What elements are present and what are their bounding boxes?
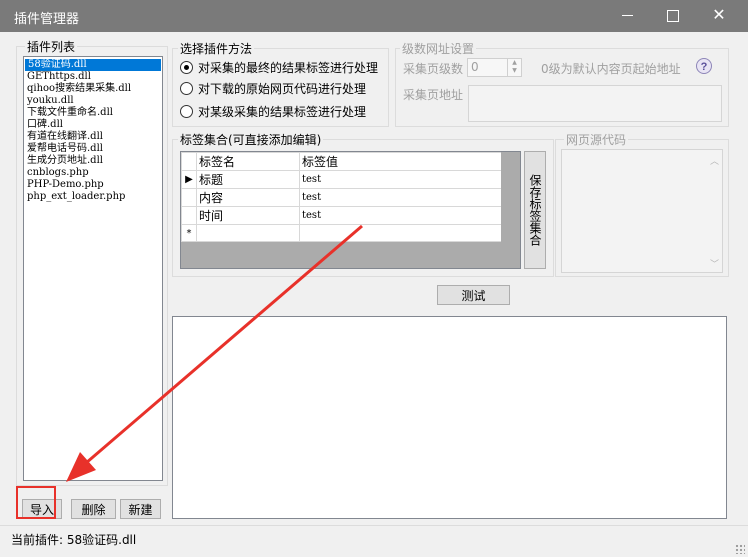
grid-empty-area <box>501 152 520 268</box>
page-levels-value: 0 <box>471 60 479 74</box>
tags-legend: 标签集合(可直接添加编辑) <box>178 131 324 148</box>
row-header[interactable] <box>181 188 197 207</box>
row-header-corner <box>181 152 197 171</box>
close-icon: ✕ <box>712 5 726 24</box>
method-option-final-tags[interactable]: 对采集的最终的结果标签进行处理 <box>180 60 378 76</box>
annotation-highlight-box <box>16 486 56 519</box>
plugin-listbox[interactable]: 58验证码.dll GEThttps.dll qihoo搜索结果采集.dll youk… <box>23 56 163 481</box>
resize-grip-icon[interactable] <box>735 544 745 554</box>
radio-unchecked-icon <box>180 105 193 118</box>
plugin-list-legend: 插件列表 <box>25 38 78 55</box>
plugin-list-item[interactable]: 爱帮电话号码.dll <box>24 143 162 155</box>
current-plugin-status: 当前插件: 58验证码.dll <box>11 533 137 547</box>
save-tags-button[interactable]: 保存标签集合 <box>524 151 546 269</box>
window-title: 插件管理器 <box>14 12 80 27</box>
radio-unchecked-icon <box>180 82 193 95</box>
method-option-label: 对下载的原始网页代码进行处理 <box>198 82 367 96</box>
method-option-raw-html[interactable]: 对下载的原始网页代码进行处理 <box>180 81 366 97</box>
plugin-list-item[interactable]: GEThttps.dll <box>24 71 162 83</box>
table-row[interactable]: ▶ 标题 test <box>181 170 502 189</box>
output-textbox[interactable] <box>172 316 727 519</box>
page-url-label: 采集页地址 <box>403 88 464 102</box>
plugin-list-item[interactable]: 口碑.dll <box>24 119 162 131</box>
svg-text:?: ? <box>701 61 708 73</box>
column-header-value[interactable]: 标签值 <box>299 152 502 171</box>
tag-value-cell[interactable]: test <box>299 206 502 225</box>
spinner-arrows-icon[interactable]: ▲ ▼ <box>507 59 521 76</box>
maximize-icon <box>667 9 679 22</box>
tag-value-cell[interactable] <box>299 224 502 242</box>
scroll-up-icon[interactable]: ︿ <box>710 154 719 167</box>
page-levels-label: 采集页级数 <box>403 62 464 76</box>
question-icon[interactable]: ? <box>695 57 713 75</box>
grid-header-row: 标签名 标签值 <box>181 152 502 171</box>
method-legend: 选择插件方法 <box>178 40 255 57</box>
page-source-textbox[interactable]: ︿ ﹀ <box>561 149 723 273</box>
new-button[interactable]: 新建 <box>120 499 161 519</box>
plugin-list-item[interactable]: youku.dll <box>24 95 162 107</box>
level-url-legend: 级数网址设置 <box>400 40 477 57</box>
title-bar[interactable]: 插件管理器 ✕ <box>0 0 748 32</box>
table-row[interactable]: 内容 test <box>181 188 502 207</box>
tag-name-cell[interactable]: 标题 <box>196 170 300 189</box>
method-option-label: 对某级采集的结果标签进行处理 <box>198 105 367 119</box>
new-row[interactable]: * <box>181 224 502 242</box>
status-bar: 当前插件: 58验证码.dll <box>0 525 748 557</box>
current-row-icon: ▶ <box>181 170 197 189</box>
method-option-level-tags[interactable]: 对某级采集的结果标签进行处理 <box>180 104 366 120</box>
tag-name-cell[interactable] <box>196 224 300 242</box>
plugin-list-item[interactable]: php_ext_loader.php <box>24 191 162 203</box>
close-button[interactable]: ✕ <box>696 0 742 32</box>
scroll-down-icon[interactable]: ﹀ <box>710 257 719 270</box>
tag-name-cell[interactable]: 内容 <box>196 188 300 207</box>
plugin-list-item[interactable]: PHP-Demo.php <box>24 179 162 191</box>
column-header-name[interactable]: 标签名 <box>196 152 300 171</box>
plugin-list-item[interactable]: 生成分页地址.dll <box>24 155 162 167</box>
tag-value-cell[interactable]: test <box>299 188 502 207</box>
minimize-button[interactable] <box>604 0 650 32</box>
plugin-list-item[interactable]: 下载文件重命名.dll <box>24 107 162 119</box>
table-row[interactable]: 时间 test <box>181 206 502 225</box>
page-url-field[interactable] <box>468 85 722 122</box>
maximize-button[interactable] <box>650 0 696 32</box>
page-levels-hint: 0级为默认内容页起始地址 <box>541 62 681 76</box>
plugin-list-item[interactable]: 有道在线翻译.dll <box>24 131 162 143</box>
plugin-list-item[interactable]: qihoo搜索结果采集.dll <box>24 83 162 95</box>
plugin-list-item[interactable]: cnblogs.php <box>24 167 162 179</box>
page-source-legend: 网页源代码 <box>564 131 629 148</box>
tag-value-cell[interactable]: test <box>299 170 502 189</box>
row-header[interactable] <box>181 206 197 225</box>
method-option-label: 对采集的最终的结果标签进行处理 <box>198 61 379 75</box>
minimize-icon <box>621 15 633 16</box>
page-levels-spinner[interactable]: 0 ▲ ▼ <box>467 58 522 77</box>
new-row-icon: * <box>181 224 197 242</box>
radio-checked-icon <box>180 61 193 74</box>
delete-button[interactable]: 删除 <box>71 499 116 519</box>
tags-grid[interactable]: 标签名 标签值 ▶ 标题 test 内容 test 时间 test * <box>180 151 521 269</box>
tag-name-cell[interactable]: 时间 <box>196 206 300 225</box>
plugin-list-item[interactable]: 58验证码.dll <box>25 59 161 71</box>
test-button[interactable]: 测试 <box>437 285 510 305</box>
